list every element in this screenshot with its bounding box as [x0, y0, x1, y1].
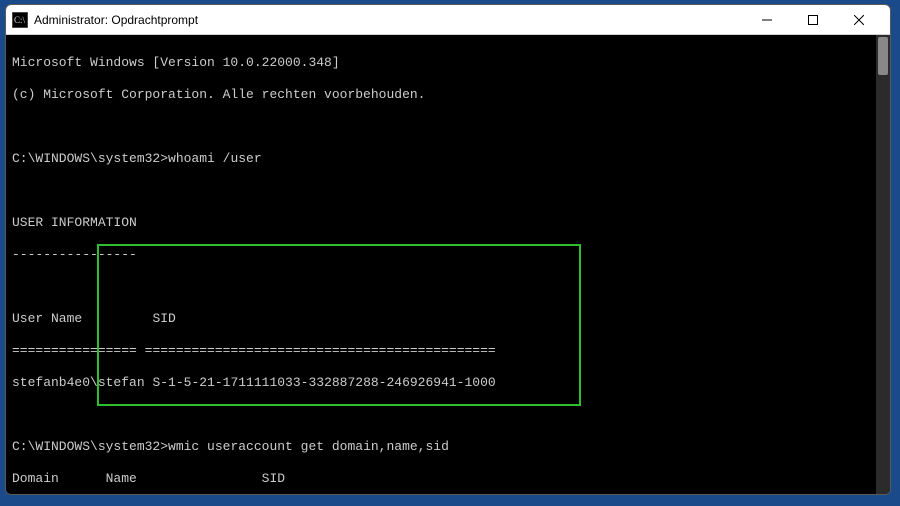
banner-line: (c) Microsoft Corporation. Alle rechten … — [12, 87, 884, 103]
prompt-line: C:\WINDOWS\system32>wmic useraccount get… — [12, 439, 884, 455]
section-header: USER INFORMATION — [12, 215, 884, 231]
table-header: Domain Name SID — [12, 471, 884, 487]
cmd-icon: C:\ — [12, 12, 28, 28]
minimize-button[interactable] — [744, 5, 790, 35]
command: wmic useraccount get domain,name,sid — [168, 439, 449, 455]
scrollbar-thumb[interactable] — [878, 37, 888, 75]
scrollbar[interactable] — [876, 35, 890, 494]
prompt-line: C:\WINDOWS\system32>whoami /user — [12, 151, 884, 167]
close-button[interactable] — [836, 5, 882, 35]
divider: ---------------- — [12, 247, 884, 263]
command: whoami /user — [168, 151, 262, 167]
window-controls — [744, 5, 882, 35]
prompt-path: C:\WINDOWS\system32> — [12, 439, 168, 455]
table-header: User Name SID — [12, 311, 884, 327]
maximize-button[interactable] — [790, 5, 836, 35]
window-title: Administrator: Opdrachtprompt — [34, 13, 744, 27]
divider: ================ =======================… — [12, 343, 884, 359]
terminal-output[interactable]: Microsoft Windows [Version 10.0.22000.34… — [6, 35, 890, 494]
prompt-path: C:\WINDOWS\system32> — [12, 151, 168, 167]
command-prompt-window: C:\ Administrator: Opdrachtprompt Micros… — [5, 4, 891, 495]
titlebar[interactable]: C:\ Administrator: Opdrachtprompt — [6, 5, 890, 35]
banner-line: Microsoft Windows [Version 10.0.22000.34… — [12, 55, 884, 71]
svg-text:C:\: C:\ — [14, 15, 26, 25]
table-row: stefanb4e0\stefan S-1-5-21-1711111033-33… — [12, 375, 884, 391]
